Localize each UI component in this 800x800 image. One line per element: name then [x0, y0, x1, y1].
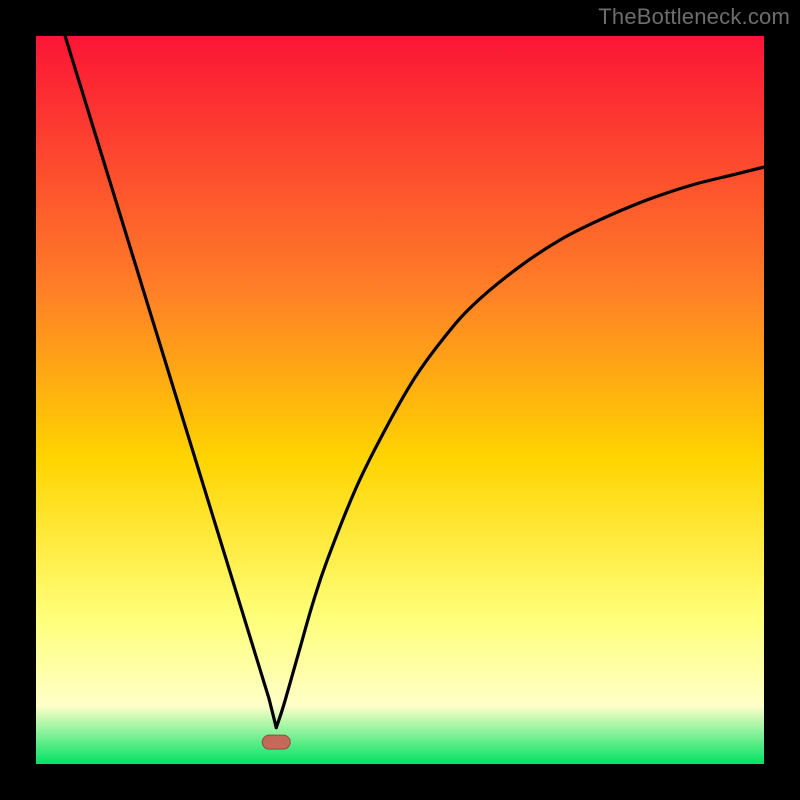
plot-area	[36, 36, 764, 764]
chart-frame: TheBottleneck.com	[0, 0, 800, 800]
chart-svg	[36, 36, 764, 764]
minimum-marker	[262, 735, 290, 749]
attribution-text: TheBottleneck.com	[598, 4, 790, 30]
